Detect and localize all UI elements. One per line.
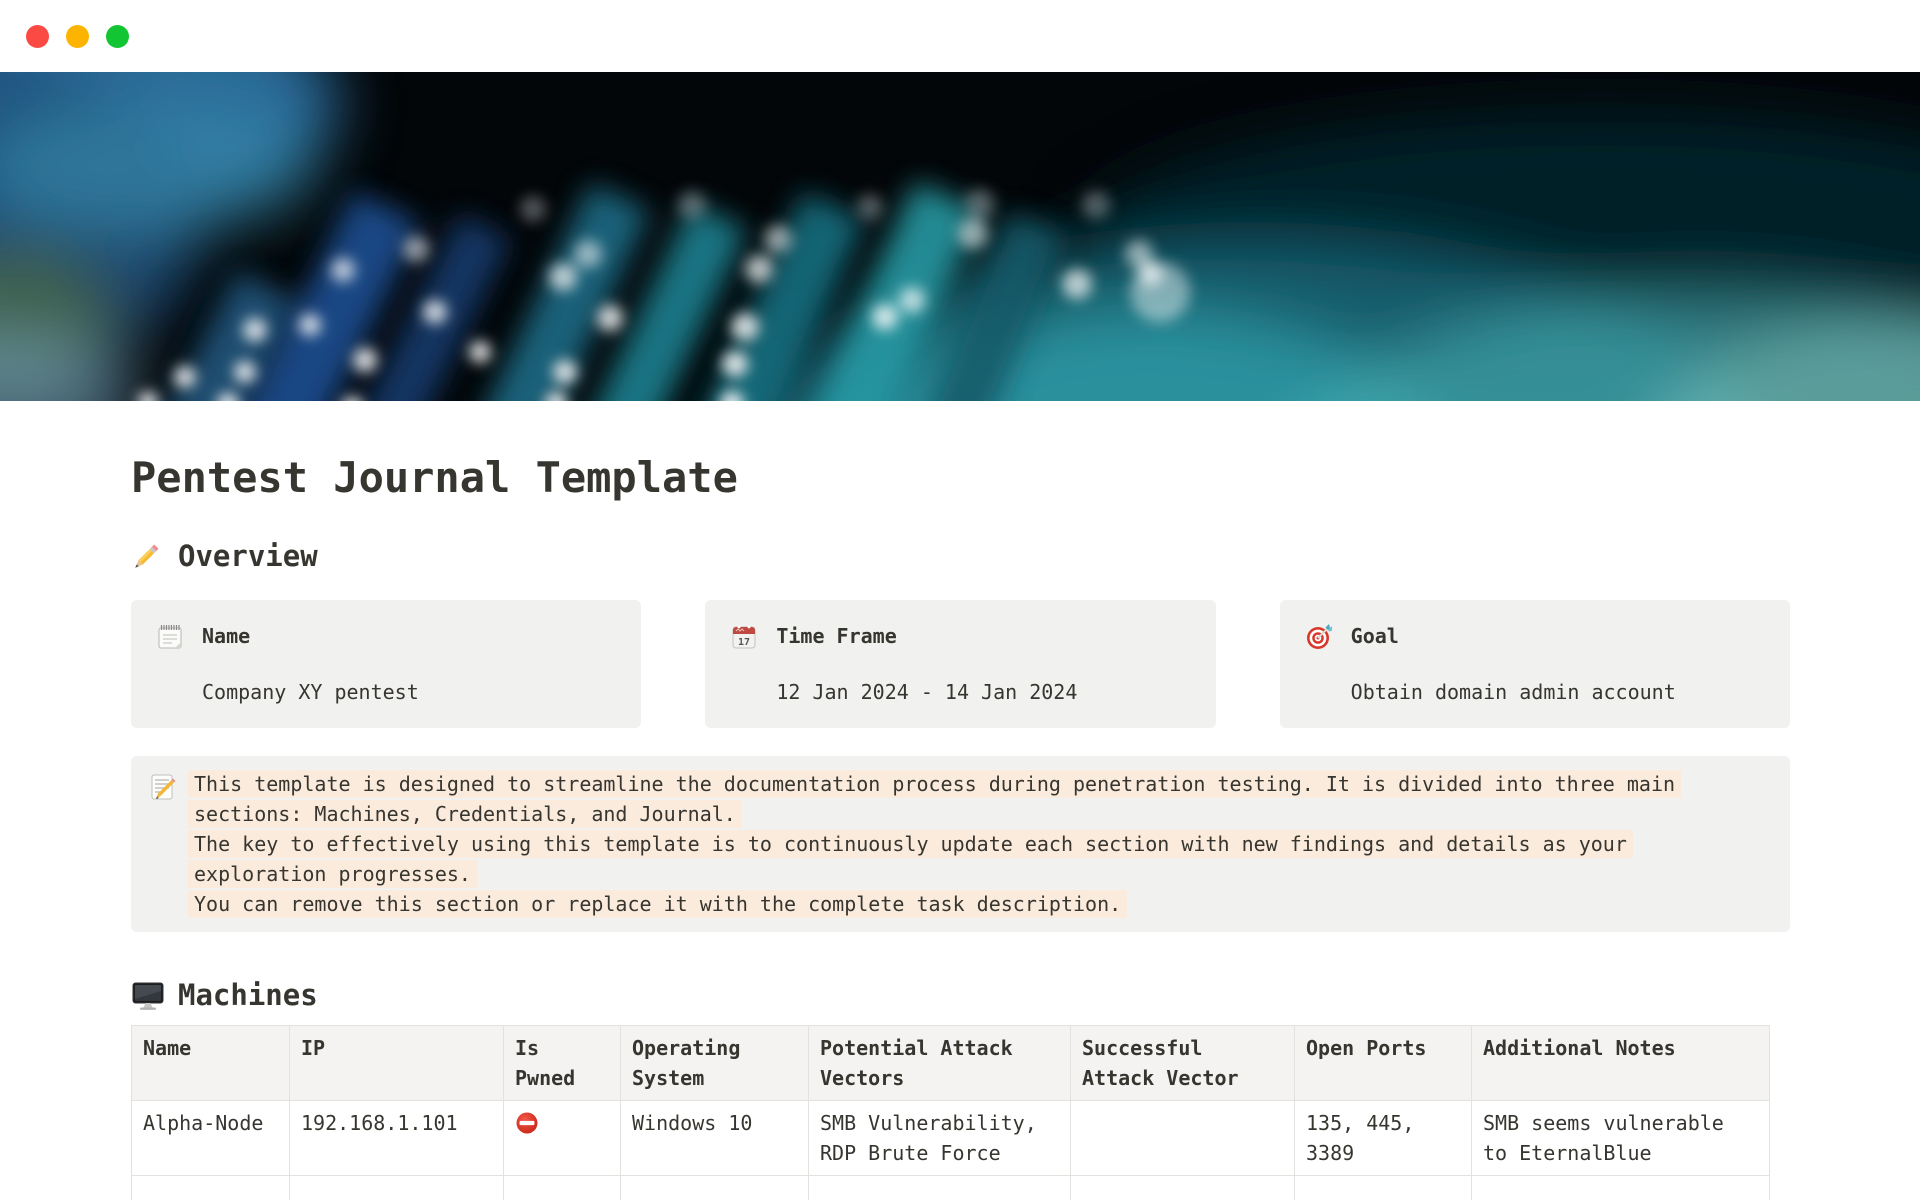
machines-heading[interactable]: Machines (131, 978, 1790, 1012)
cell-is-pwned[interactable] (503, 1175, 621, 1200)
machines-table: Name IP Is Pwned Operating System Potent… (131, 1025, 1770, 1200)
column-header-additional-notes[interactable]: Additional Notes (1471, 1025, 1770, 1101)
column-header-open-ports[interactable]: Open Ports (1294, 1025, 1472, 1101)
machines-heading-label: Machines (178, 978, 318, 1012)
column-header-name[interactable]: Name (131, 1025, 290, 1101)
card-goal-label: Goal (1350, 624, 1399, 648)
cell-name[interactable]: Alpha-Node (131, 1100, 290, 1176)
card-time-frame-value[interactable]: 12 Jan 2024 - 14 Jan 2024 (776, 677, 1077, 707)
column-header-potential-attack-vectors[interactable]: Potential Attack Vectors (808, 1025, 1071, 1101)
column-header-operating-system[interactable]: Operating System (620, 1025, 809, 1101)
cell-is-pwned[interactable] (503, 1100, 621, 1176)
target-icon (1304, 622, 1334, 652)
callout-text: This template is designed to streamline … (188, 769, 1733, 919)
window-titlebar (0, 0, 1920, 72)
calendar-icon: 17 (729, 622, 759, 652)
zoom-button[interactable] (106, 25, 129, 48)
notepad-icon (155, 622, 185, 652)
page-content: Pentest Journal Template Overview Name C… (131, 401, 1790, 1200)
card-goal[interactable]: Goal Obtain domain admin account (1279, 600, 1790, 728)
cell-additional-notes[interactable]: SMB seems vulnerable to EternalBlue (1471, 1100, 1770, 1176)
overview-cards: Name Company XY pentest 17 Time Frame 12… (131, 600, 1790, 728)
card-time-frame[interactable]: 17 Time Frame 12 Jan 2024 - 14 Jan 2024 (705, 600, 1216, 728)
description-callout[interactable]: This template is designed to streamline … (131, 756, 1790, 932)
page-title[interactable]: Pentest Journal Template (131, 453, 1790, 503)
callout-paragraph[interactable]: You can remove this section or replace i… (188, 889, 1733, 919)
notion-window: Pentest Journal Template Overview Name C… (0, 0, 1920, 1200)
table-row: Alpha-Node 192.168.1.101 Windows 10 SMB … (131, 1100, 1770, 1176)
cell-operating-system[interactable]: Windows 10 (620, 1100, 809, 1176)
cell-name[interactable] (131, 1175, 290, 1200)
memo-icon (147, 772, 177, 802)
callout-paragraph[interactable]: The key to effectively using this templa… (188, 829, 1733, 889)
cell-open-ports[interactable]: 135, 445, 3389 (1294, 1100, 1472, 1176)
overview-heading[interactable]: Overview (131, 539, 1790, 573)
cell-successful-attack-vector[interactable] (1070, 1100, 1295, 1176)
cell-potential-attack-vectors[interactable] (808, 1175, 1071, 1200)
cell-operating-system[interactable] (620, 1175, 809, 1200)
callout-paragraph[interactable]: This template is designed to streamline … (188, 769, 1733, 829)
cell-potential-attack-vectors[interactable]: SMB Vulnerability, RDP Brute Force (808, 1100, 1071, 1176)
column-header-ip[interactable]: IP (289, 1025, 504, 1101)
cell-successful-attack-vector[interactable] (1070, 1175, 1295, 1200)
minimize-button[interactable] (66, 25, 89, 48)
cell-additional-notes[interactable] (1471, 1175, 1770, 1200)
cell-ip[interactable]: 192.168.1.101 (289, 1100, 504, 1176)
cell-ip[interactable] (289, 1175, 504, 1200)
close-button[interactable] (26, 25, 49, 48)
card-name-label: Name (202, 624, 251, 648)
card-goal-value[interactable]: Obtain domain admin account (1351, 677, 1676, 707)
table-header-row: Name IP Is Pwned Operating System Potent… (131, 1025, 1770, 1101)
card-name[interactable]: Name Company XY pentest (131, 600, 642, 728)
overview-heading-label: Overview (178, 539, 318, 573)
card-time-frame-label: Time Frame (776, 624, 897, 648)
calendar-day-number: 17 (738, 637, 750, 648)
table-row (131, 1175, 1770, 1200)
cover-image (0, 72, 1920, 401)
machines-table-wrap: Name IP Is Pwned Operating System Potent… (131, 1025, 1790, 1200)
pencil-icon (131, 540, 163, 572)
no-entry-icon (515, 1111, 539, 1135)
traffic-lights (26, 25, 129, 48)
cell-open-ports[interactable] (1294, 1175, 1472, 1200)
card-name-value[interactable]: Company XY pentest (202, 677, 419, 707)
column-header-successful-attack-vector[interactable]: Successful Attack Vector (1070, 1025, 1295, 1101)
desktop-computer-icon (131, 979, 164, 1011)
column-header-is-pwned[interactable]: Is Pwned (503, 1025, 621, 1101)
